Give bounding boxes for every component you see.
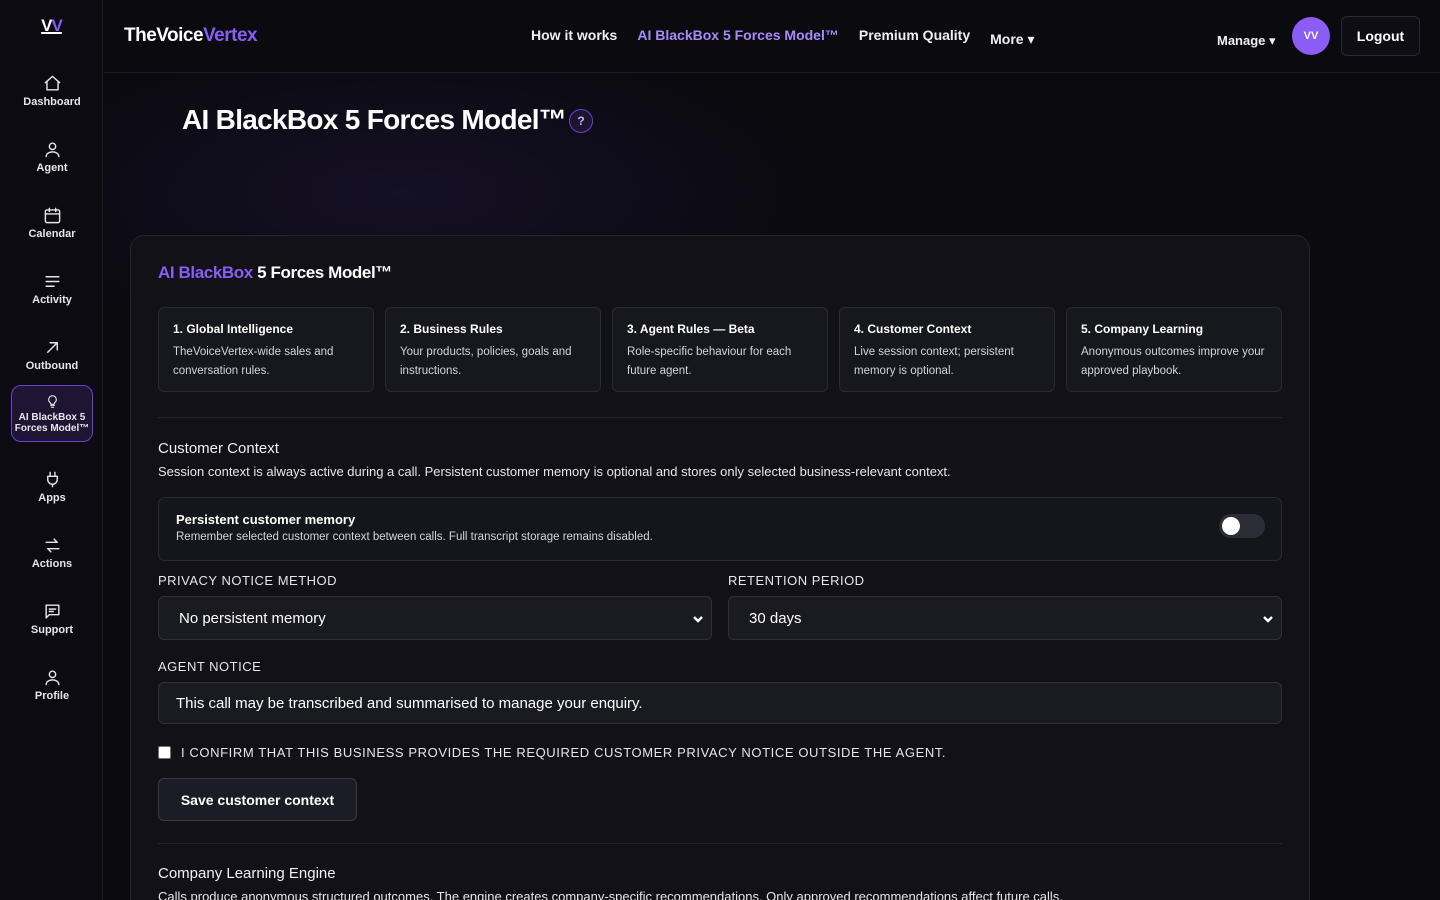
privacy-confirm-row: I CONFIRM THAT THIS BUSINESS PROVIDES TH… xyxy=(158,745,946,760)
chevron-down-icon xyxy=(1262,612,1274,624)
customer-context-title: Customer Context xyxy=(158,440,279,457)
retention-period-select[interactable]: 30 days xyxy=(728,596,1282,640)
brand-main: TheVoice xyxy=(124,25,204,46)
force-customer-context[interactable]: 4. Customer Context Live session context… xyxy=(839,307,1055,392)
sidebar-item-label: Profile xyxy=(34,690,70,702)
nav-links: How it works AI BlackBox 5 Forces Model™… xyxy=(531,27,1055,48)
retention-period-label: RETENTION PERIOD xyxy=(728,573,865,588)
nav-blackbox[interactable]: AI BlackBox 5 Forces Model™ xyxy=(637,27,839,48)
manage-dropdown[interactable]: Manage ▾ xyxy=(1217,33,1276,49)
brand-accent: Vertex xyxy=(203,25,258,46)
sidebar-item-agent[interactable]: Agent xyxy=(11,128,93,186)
sidebar-item-blackbox[interactable]: AI BlackBox 5 Forces Model™ xyxy=(11,385,93,442)
force-global-intelligence[interactable]: 1. Global Intelligence TheVoiceVertex-wi… xyxy=(158,307,374,392)
page-title: AI BlackBox 5 Forces Model™ xyxy=(182,104,567,135)
card-title-rest: 5 Forces Model™ xyxy=(252,263,392,282)
force-desc: Role-specific behaviour for each future … xyxy=(627,346,792,377)
persistent-memory-panel: Persistent customer memory Remember sele… xyxy=(158,497,1282,561)
privacy-notice-select[interactable]: No persistent memory xyxy=(158,596,712,640)
toggle-knob xyxy=(1222,517,1240,535)
privacy-notice-label: PRIVACY NOTICE METHOD xyxy=(158,573,338,588)
force-desc: Your products, policies, goals and instr… xyxy=(400,346,572,377)
sidebar-item-profile[interactable]: Profile xyxy=(11,656,93,714)
help-icon[interactable]: ? xyxy=(569,109,593,133)
list-icon xyxy=(44,276,60,287)
home-icon xyxy=(44,75,60,91)
chat-icon xyxy=(44,604,60,619)
sidebar-item-label: Support xyxy=(30,624,74,636)
persistent-memory-toggle[interactable] xyxy=(1219,514,1265,538)
sidebar-item-dashboard[interactable]: Dashboard xyxy=(11,62,93,120)
sidebar-item-label: Outbound xyxy=(25,360,79,372)
brand-logo[interactable]: TheVoiceVertex xyxy=(124,25,258,47)
logout-button[interactable]: Logout xyxy=(1341,16,1420,56)
privacy-notice-value: No persistent memory xyxy=(179,609,326,627)
arrow-up-right-icon xyxy=(46,342,58,353)
sidebar: VV Dashboard Agent Calendar Activity Out… xyxy=(0,0,103,900)
force-title: 2. Business Rules xyxy=(400,322,503,336)
user-icon xyxy=(44,670,60,686)
user-icon xyxy=(44,142,60,158)
learning-engine-desc: Calls produce anonymous structured outco… xyxy=(158,889,1063,900)
customer-context-desc: Session context is always active during … xyxy=(158,464,951,479)
force-company-learning[interactable]: 5. Company Learning Anonymous outcomes i… xyxy=(1066,307,1282,392)
sidebar-item-label: Activity xyxy=(32,294,72,306)
save-customer-context-button[interactable]: Save customer context xyxy=(158,778,357,821)
divider xyxy=(158,417,1282,418)
sidebar-item-label: Dashboard xyxy=(23,96,81,108)
sidebar-item-outbound[interactable]: Outbound xyxy=(11,326,93,384)
retention-period-value: 30 days xyxy=(749,609,802,627)
sidebar-item-label: Apps xyxy=(38,492,66,504)
lightbulb-icon xyxy=(47,394,57,408)
five-forces-card: AI BlackBox 5 Forces Model™ 1. Global In… xyxy=(130,235,1310,900)
forces-row: 1. Global Intelligence TheVoiceVertex-wi… xyxy=(158,307,1282,392)
chevron-down-icon xyxy=(692,612,704,624)
learning-engine-title: Company Learning Engine xyxy=(158,865,336,882)
force-desc: Anonymous outcomes improve your approved… xyxy=(1081,346,1265,377)
sidebar-item-apps[interactable]: Apps xyxy=(11,458,93,516)
main-content: AI BlackBox 5 Forces Model™ ? AI BlackBo… xyxy=(104,73,1440,900)
force-title: 5. Company Learning xyxy=(1081,322,1204,336)
force-title: 1. Global Intelligence xyxy=(173,322,294,336)
force-desc: TheVoiceVertex-wide sales and conversati… xyxy=(173,346,334,377)
agent-notice-input[interactable]: This call may be transcribed and summari… xyxy=(158,682,1282,724)
swap-arrows-icon xyxy=(44,538,60,553)
card-title-accent: AI BlackBox xyxy=(158,263,253,282)
sidebar-item-label: AI BlackBox 5 Forces Model™ xyxy=(14,411,90,434)
sidebar-item-actions[interactable]: Actions xyxy=(11,524,93,582)
top-nav: TheVoiceVertex How it works AI BlackBox … xyxy=(104,0,1440,73)
force-business-rules[interactable]: 2. Business Rules Your products, policie… xyxy=(385,307,601,392)
nav-how-it-works[interactable]: How it works xyxy=(531,27,617,48)
divider xyxy=(158,843,1282,844)
sidebar-item-label: Actions xyxy=(31,558,73,570)
memory-desc: Remember selected customer context betwe… xyxy=(176,531,653,543)
sidebar-item-activity[interactable]: Activity xyxy=(11,260,93,318)
sidebar-item-label: Calendar xyxy=(28,228,76,240)
avatar[interactable]: VV xyxy=(1292,17,1330,55)
nav-premium-quality[interactable]: Premium Quality xyxy=(859,27,970,48)
force-agent-rules[interactable]: 3. Agent Rules — Beta Role-specific beha… xyxy=(612,307,828,392)
force-title: 3. Agent Rules — Beta xyxy=(627,322,755,336)
calendar-icon xyxy=(44,207,60,224)
privacy-confirm-checkbox[interactable] xyxy=(158,746,171,759)
memory-title: Persistent customer memory xyxy=(176,512,356,527)
nav-more-dropdown[interactable]: More ▾ xyxy=(990,31,1034,48)
privacy-confirm-label: I CONFIRM THAT THIS BUSINESS PROVIDES TH… xyxy=(181,745,947,760)
sidebar-item-label: Agent xyxy=(36,162,68,174)
plug-icon xyxy=(46,471,58,488)
sidebar-logo[interactable]: VV xyxy=(0,16,103,36)
agent-notice-label: AGENT NOTICE xyxy=(158,659,262,674)
force-desc: Live session context; persistent memory … xyxy=(854,346,1014,377)
force-title: 4. Customer Context xyxy=(854,322,972,336)
card-title: AI BlackBox 5 Forces Model™ xyxy=(158,263,392,283)
sidebar-item-calendar[interactable]: Calendar xyxy=(11,194,93,252)
sidebar-item-support[interactable]: Support xyxy=(11,590,93,648)
